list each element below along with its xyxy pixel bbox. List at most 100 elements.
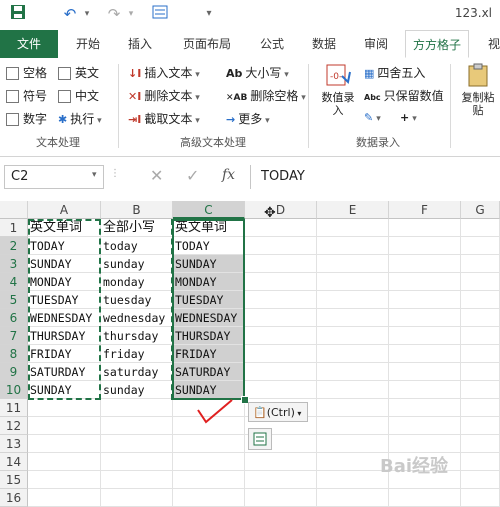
row-header[interactable]: 11 [0,399,28,417]
cell[interactable]: FRIDAY [28,345,101,363]
name-box[interactable]: C2 [4,165,104,189]
cell[interactable] [245,291,317,309]
undo-icon[interactable]: ↶ [60,4,80,24]
select-all-corner[interactable] [0,201,28,219]
cell[interactable]: SUNDAY [173,381,245,399]
cell[interactable]: 英文单词 [173,219,245,237]
cell[interactable] [317,219,389,237]
cell[interactable]: WEDNESDAY [28,309,101,327]
cell[interactable]: WEDNESDAY [173,309,245,327]
cell[interactable] [317,237,389,255]
cell[interactable] [28,417,101,435]
redo-icon[interactable]: ↷ [104,4,124,24]
cell[interactable] [173,435,245,453]
cell[interactable] [461,453,500,471]
cell[interactable] [28,471,101,489]
quick-analysis-button[interactable] [248,428,272,450]
checkbox-number[interactable]: 数字 [6,110,47,127]
cell[interactable] [389,489,461,507]
cell[interactable] [101,399,173,417]
cell[interactable] [245,363,317,381]
row-header[interactable]: 16 [0,489,28,507]
cell[interactable] [461,399,500,417]
column-header[interactable]: F [389,201,461,219]
cell[interactable] [317,363,389,381]
tab-insert[interactable]: 插入 [118,30,162,58]
name-box-dropdown-icon[interactable]: ▾ [92,170,97,180]
cell[interactable] [317,489,389,507]
row-header[interactable]: 6 [0,309,28,327]
cell[interactable] [245,453,317,471]
cell[interactable] [389,237,461,255]
cell[interactable]: SATURDAY [173,363,245,381]
cell[interactable] [317,435,389,453]
cell[interactable] [245,489,317,507]
cell[interactable]: THURSDAY [28,327,101,345]
cell[interactable] [389,327,461,345]
cell[interactable] [101,489,173,507]
cell[interactable] [461,363,500,381]
cell[interactable] [317,291,389,309]
cell[interactable] [461,291,500,309]
row-header[interactable]: 9 [0,363,28,381]
cell[interactable]: TUESDAY [173,291,245,309]
round-button[interactable]: ▦ 四舍五入 [364,64,425,81]
save-icon[interactable] [8,4,28,24]
cell[interactable]: saturday [101,363,173,381]
cell[interactable] [317,471,389,489]
paste-options-button[interactable]: 📋(Ctrl) ▾ [248,402,308,422]
cell[interactable]: tuesday [101,291,173,309]
cell[interactable] [389,417,461,435]
cell[interactable] [245,471,317,489]
cell[interactable] [245,381,317,399]
copy-paste-button[interactable]: 复制粘贴 [458,62,498,117]
row-header[interactable]: 13 [0,435,28,453]
case-button[interactable]: Ab 大小写 ▾ [226,64,289,81]
delete-space-button[interactable]: ✕AB 删除空格 ▾ [226,87,306,104]
cell[interactable] [317,345,389,363]
checkbox-symbol[interactable]: 符号 [6,87,47,104]
cell[interactable] [389,291,461,309]
cell[interactable]: TODAY [28,237,101,255]
cell[interactable] [317,453,389,471]
checkbox-english[interactable]: 英文 [58,64,99,81]
undo-dropdown-icon[interactable]: ▾ [80,4,94,24]
cell[interactable] [245,255,317,273]
cell[interactable] [101,453,173,471]
cell[interactable] [461,219,500,237]
cell[interactable] [389,363,461,381]
column-header[interactable]: C [173,201,245,219]
cell[interactable]: THURSDAY [173,327,245,345]
cell[interactable]: thursday [101,327,173,345]
customize-quick-access-icon[interactable]: ▾ [202,4,216,24]
cell[interactable] [317,399,389,417]
formula-input[interactable]: TODAY [250,165,500,189]
column-header[interactable]: D [245,201,317,219]
cell[interactable] [101,471,173,489]
cell[interactable]: SUNDAY [173,255,245,273]
row-header[interactable]: 14 [0,453,28,471]
tab-view[interactable]: 视 [484,30,500,58]
cell[interactable]: FRIDAY [173,345,245,363]
cell[interactable] [461,489,500,507]
row-header[interactable]: 7 [0,327,28,345]
execute-button[interactable]: ✱ 执行 ▾ [58,110,102,127]
row-header[interactable]: 1 [0,219,28,237]
cell[interactable] [245,237,317,255]
tab-data[interactable]: 数据 [304,30,344,58]
cell[interactable] [461,273,500,291]
cut-text-button[interactable]: ⇥I 截取文本 ▾ [128,110,200,127]
cell[interactable] [461,309,500,327]
cell[interactable]: sunday [101,255,173,273]
cell[interactable] [317,309,389,327]
cell[interactable] [461,381,500,399]
row-header[interactable]: 15 [0,471,28,489]
row-header[interactable]: 4 [0,273,28,291]
cell[interactable] [245,327,317,345]
cell[interactable] [173,453,245,471]
tab-formulas[interactable]: 公式 [252,30,292,58]
cell[interactable] [389,309,461,327]
column-header[interactable]: G [461,201,500,219]
row-header[interactable]: 8 [0,345,28,363]
cell[interactable]: friday [101,345,173,363]
